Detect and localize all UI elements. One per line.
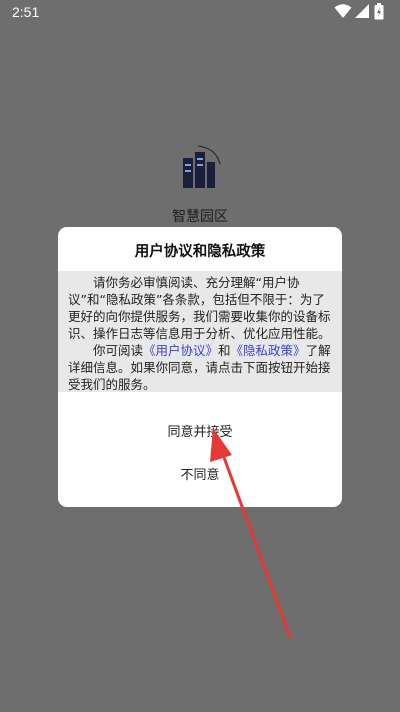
dialog-body: 请你务必审慎阅读、充分理解“用户协议”和“隐私政策”各条款，包括但不限于：为了更… bbox=[58, 271, 342, 392]
privacy-policy-link[interactable]: 《隐私政策》 bbox=[231, 343, 306, 358]
status-icons bbox=[330, 3, 390, 21]
privacy-dialog: 用户协议和隐私政策 请你务必审慎阅读、充分理解“用户协议”和“隐私政策”各条款，… bbox=[58, 227, 342, 507]
status-time: 2:51 bbox=[12, 4, 40, 20]
terms-paragraph: 请你务必审慎阅读、充分理解“用户协议”和“隐私政策”各条款，包括但不限于：为了更… bbox=[68, 275, 331, 341]
accept-button[interactable]: 同意并接受 bbox=[58, 417, 342, 449]
signal-icon bbox=[355, 4, 369, 18]
links-paragraph-and: 和 bbox=[218, 343, 231, 358]
user-agreement-link[interactable]: 《用户协议》 bbox=[143, 343, 218, 358]
dialog-title: 用户协议和隐私政策 bbox=[134, 244, 266, 260]
battery-icon bbox=[374, 3, 384, 20]
wifi-icon bbox=[334, 4, 352, 18]
building-logo-icon bbox=[183, 145, 221, 188]
app-name: 智慧园区 bbox=[172, 209, 228, 225]
decline-button[interactable]: 不同意 bbox=[58, 460, 342, 492]
links-paragraph: 你可阅读《用户协议》和《隐私政策》了解详细信息。如果你同意，请点击下面按钮开始接… bbox=[68, 342, 332, 393]
links-paragraph-prefix: 你可阅读 bbox=[93, 343, 144, 358]
status-bar: 2:51 bbox=[0, 0, 400, 24]
